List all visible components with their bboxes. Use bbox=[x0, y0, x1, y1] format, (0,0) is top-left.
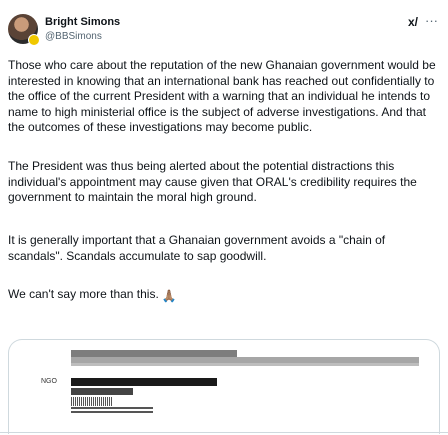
author-handle[interactable]: @BBSimons bbox=[45, 31, 102, 42]
image-bar bbox=[71, 388, 133, 395]
image-bar bbox=[71, 363, 419, 366]
more-options-icon[interactable]: ··· bbox=[425, 13, 438, 28]
divider bbox=[0, 432, 448, 433]
image-bar bbox=[71, 411, 153, 413]
praying-hands-emoji-icon: 🙏🏽 bbox=[161, 289, 177, 303]
attached-image[interactable]: NGO bbox=[8, 339, 440, 434]
post-paragraph-last: We can't say more than this. 🙏🏽 bbox=[8, 287, 177, 305]
grok-icon[interactable]: x/ bbox=[408, 15, 418, 29]
post-paragraph: The President was thus being alerted abo… bbox=[8, 159, 417, 204]
author-name[interactable]: Bright Simons bbox=[45, 16, 120, 28]
post-paragraph: Those who care about the reputation of t… bbox=[8, 58, 436, 134]
image-bar bbox=[71, 378, 217, 386]
post-paragraph: We can't say more than this. bbox=[8, 287, 159, 301]
verified-badge-icon bbox=[28, 34, 40, 46]
image-bar bbox=[71, 350, 237, 357]
image-bar bbox=[71, 407, 153, 409]
post-header: Bright Simons @BBSimons x/ ··· bbox=[8, 13, 440, 48]
image-label: NGO bbox=[41, 378, 57, 385]
barcode-graphic bbox=[71, 397, 113, 406]
post-paragraph: It is generally important that a Ghanaia… bbox=[8, 233, 386, 263]
